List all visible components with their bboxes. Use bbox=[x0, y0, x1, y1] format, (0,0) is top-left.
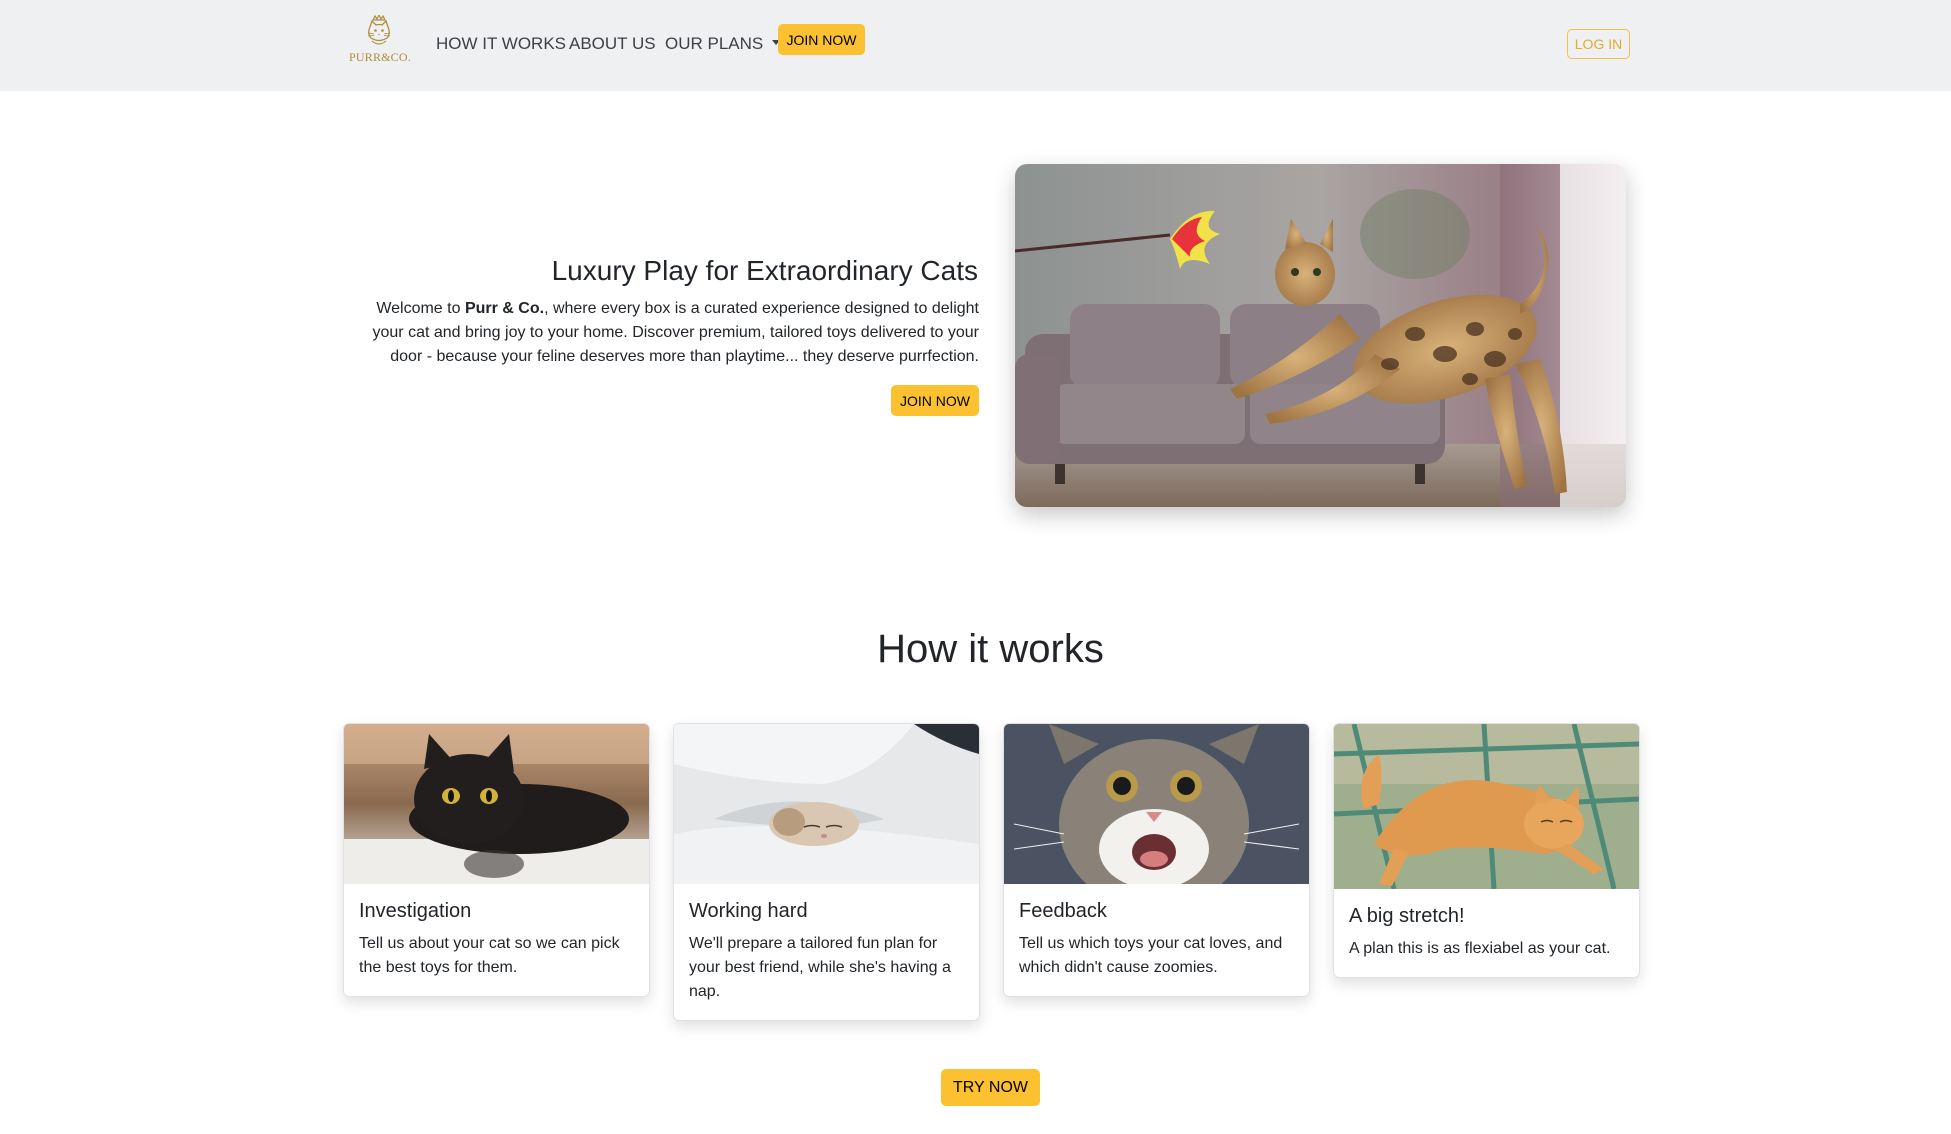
top-navbar: PURR&CO. HOW IT WORKS ABOUT US OUR PLANS… bbox=[0, 0, 1951, 91]
nav-how-it-works[interactable]: HOW IT WORKS bbox=[436, 34, 566, 54]
card-feedback: Feedback Tell us which toys your cat lov… bbox=[1003, 723, 1310, 997]
nav-our-plans-label: OUR PLANS bbox=[665, 34, 764, 53]
nav-our-plans-dropdown[interactable]: OUR PLANS bbox=[665, 34, 781, 54]
hero-text-intro: Welcome to bbox=[376, 300, 465, 317]
hero-cat-image bbox=[1015, 164, 1626, 507]
card-image-stretching-cat bbox=[1334, 724, 1639, 889]
card-image-black-cat bbox=[344, 724, 649, 884]
card-text: We'll prepare a tailored fun plan for yo… bbox=[689, 935, 951, 1000]
how-it-works-title: How it works bbox=[877, 627, 1104, 671]
card-investigation: Investigation Tell us about your cat so … bbox=[343, 723, 650, 997]
brand-logo-text: PURR&CO. bbox=[349, 50, 411, 64]
hero-join-now-button[interactable]: JOIN NOW bbox=[891, 385, 979, 416]
try-now-button[interactable]: TRY NOW bbox=[941, 1069, 1040, 1106]
card-title: A big stretch! bbox=[1349, 905, 1465, 927]
card-text: A plan this is as flexiabel as your cat. bbox=[1349, 940, 1611, 957]
nav-about-us[interactable]: ABOUT US bbox=[569, 34, 656, 54]
nav-join-now-button[interactable]: JOIN NOW bbox=[778, 24, 865, 55]
card-title: Investigation bbox=[359, 900, 472, 922]
card-text: Tell us about your cat so we can pick th… bbox=[359, 935, 620, 976]
hero-description: Welcome to Purr & Co., where every box i… bbox=[355, 297, 980, 369]
card-big-stretch: A big stretch! A plan this is as flexiab… bbox=[1333, 723, 1640, 978]
card-image-sleeping-cat bbox=[674, 724, 979, 884]
brand-logo[interactable]: PURR&CO. bbox=[349, 15, 411, 67]
login-button[interactable]: LOG IN bbox=[1567, 29, 1630, 59]
card-title: Feedback bbox=[1019, 900, 1107, 922]
card-text: Tell us which toys your cat loves, and w… bbox=[1019, 935, 1283, 976]
hero-title: Luxury Play for Extraordinary Cats bbox=[551, 255, 978, 286]
card-image-surprised-cat bbox=[1004, 724, 1309, 884]
card-title: Working hard bbox=[689, 900, 808, 922]
card-working-hard: Working hard We'll prepare a tailored fu… bbox=[673, 723, 980, 1021]
cat-crown-logo-icon bbox=[367, 15, 391, 45]
hero-brand-name: Purr & Co. bbox=[464, 300, 545, 317]
